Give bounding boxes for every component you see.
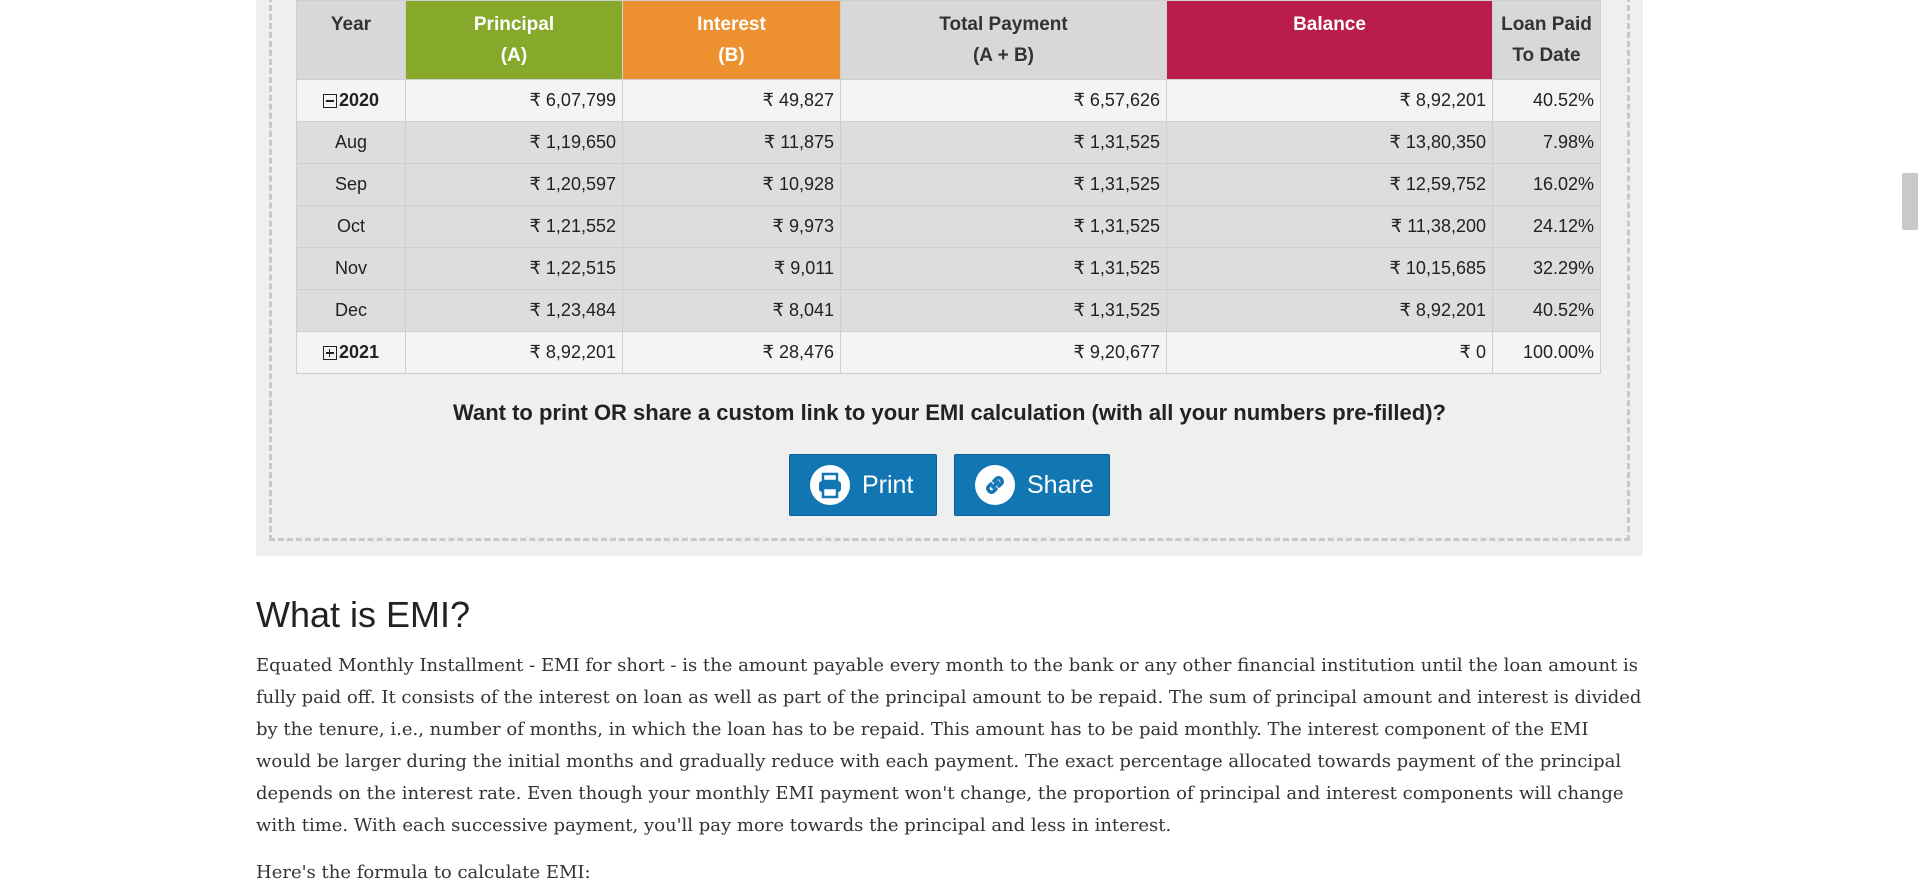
total-payment-cell: ₹ 1,31,525 [840, 289, 1167, 332]
loan-paid-cell: 40.52% [1492, 289, 1601, 332]
print-share-prompt: Want to print OR share a custom link to … [453, 400, 1446, 425]
share-button[interactable]: Share [954, 454, 1110, 516]
balance-cell: ₹ 10,15,685 [1166, 247, 1493, 290]
header-balance: Balance [1166, 0, 1493, 80]
loan-paid-cell: 16.02% [1492, 163, 1601, 206]
minus-square-icon[interactable] [322, 94, 337, 108]
balance-cell: ₹ 8,92,201 [1166, 79, 1493, 122]
table-row: Oct ₹ 1,21,552 ₹ 9,973 ₹ 1,31,525 ₹ 11,3… [296, 205, 1601, 248]
total-payment-cell: ₹ 9,20,677 [840, 331, 1167, 374]
header-principal: Principal (A) [405, 0, 623, 80]
header-year: Year [296, 0, 406, 80]
header-interest: Interest (B) [622, 0, 841, 80]
total-payment-cell: ₹ 1,31,525 [840, 121, 1167, 164]
principal-cell: ₹ 1,19,650 [405, 121, 623, 164]
header-interest-label: Interest [697, 14, 766, 35]
table-row: Nov ₹ 1,22,515 ₹ 9,011 ₹ 1,31,525 ₹ 10,1… [296, 247, 1601, 290]
header-principal-sub: (A) [500, 45, 528, 66]
header-total-sub: (A + B) [972, 45, 1035, 66]
interest-cell: ₹ 9,011 [622, 247, 841, 290]
print-button-label: Print [862, 470, 914, 499]
table-header-row: Year Principal (A) Interest (B) Total Paym… [296, 0, 1601, 80]
total-payment-cell: ₹ 6,57,626 [840, 79, 1167, 122]
year-cell[interactable]: 2020 [296, 79, 406, 122]
emi-description: Equated Monthly Installment - EMI for sh… [256, 655, 1642, 836]
plus-square-icon[interactable] [322, 346, 337, 360]
interest-cell: ₹ 49,827 [622, 79, 841, 122]
month-cell: Sep [296, 163, 406, 206]
balance-cell: ₹ 11,38,200 [1166, 205, 1493, 248]
principal-cell: ₹ 1,22,515 [405, 247, 623, 290]
formula-intro: Here's the formula to calculate EMI: [256, 862, 591, 883]
total-payment-cell: ₹ 1,31,525 [840, 163, 1167, 206]
balance-cell: ₹ 0 [1166, 331, 1493, 374]
table-row: Aug ₹ 1,19,650 ₹ 11,875 ₹ 1,31,525 ₹ 13,… [296, 121, 1601, 164]
principal-cell: ₹ 1,21,552 [405, 205, 623, 248]
loan-paid-cell: 100.00% [1492, 331, 1601, 374]
loan-paid-cell: 24.12% [1492, 205, 1601, 248]
share-button-label: Share [1027, 470, 1094, 499]
balance-cell: ₹ 13,80,350 [1166, 121, 1493, 164]
table-row-year-2020[interactable]: 2020 ₹ 6,07,799 ₹ 49,827 ₹ 6,57,626 ₹ 8,… [296, 79, 1601, 122]
loan-paid-cell: 7.98% [1492, 121, 1601, 164]
table-row: Dec ₹ 1,23,484 ₹ 8,041 ₹ 1,31,525 ₹ 8,92… [296, 289, 1601, 332]
table-row-year-2021[interactable]: 2021 ₹ 8,92,201 ₹ 28,476 ₹ 9,20,677 ₹ 0 … [296, 331, 1601, 374]
total-payment-cell: ₹ 1,31,525 [840, 205, 1167, 248]
month-cell: Aug [296, 121, 406, 164]
balance-cell: ₹ 12,59,752 [1166, 163, 1493, 206]
principal-cell: ₹ 1,20,597 [405, 163, 623, 206]
section-heading: What is EMI? [256, 594, 471, 635]
header-interest-sub: (B) [718, 45, 745, 66]
header-loan-paid: Loan Paid To Date [1492, 0, 1601, 80]
table-row: Sep ₹ 1,20,597 ₹ 10,928 ₹ 1,31,525 ₹ 12,… [296, 163, 1601, 206]
header-total-payment: Total Payment (A + B) [840, 0, 1167, 80]
vertical-scrollbar[interactable] [1900, 0, 1920, 888]
interest-cell: ₹ 8,041 [622, 289, 841, 332]
print-button[interactable]: Print [789, 454, 937, 516]
interest-cell: ₹ 9,973 [622, 205, 841, 248]
payment-schedule-table: Year Principal (A) Interest (B) Total Paym… [296, 0, 1601, 374]
scrollbar-thumb[interactable] [1902, 173, 1918, 230]
principal-cell: ₹ 1,23,484 [405, 289, 623, 332]
principal-cell: ₹ 6,07,799 [405, 79, 623, 122]
interest-cell: ₹ 28,476 [622, 331, 841, 374]
printer-icon [810, 465, 850, 505]
total-payment-cell: ₹ 1,31,525 [840, 247, 1167, 290]
month-cell: Nov [296, 247, 406, 290]
year-cell[interactable]: 2021 [296, 331, 406, 374]
link-icon [975, 465, 1015, 505]
loan-paid-cell: 32.29% [1492, 247, 1601, 290]
loan-paid-cell: 40.52% [1492, 79, 1601, 122]
balance-cell: ₹ 8,92,201 [1166, 289, 1493, 332]
interest-cell: ₹ 11,875 [622, 121, 841, 164]
principal-cell: ₹ 8,92,201 [405, 331, 623, 374]
interest-cell: ₹ 10,928 [622, 163, 841, 206]
header-paid-label: Loan Paid [1501, 14, 1592, 35]
month-cell: Dec [296, 289, 406, 332]
header-total-label: Total Payment [939, 14, 1068, 35]
month-cell: Oct [296, 205, 406, 248]
header-paid-sub: To Date [1512, 45, 1581, 66]
header-principal-label: Principal [473, 14, 555, 35]
